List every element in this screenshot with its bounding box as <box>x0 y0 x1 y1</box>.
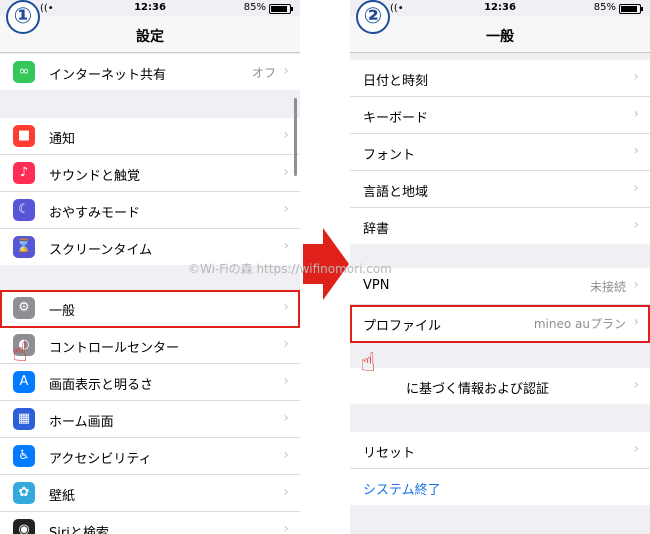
general-row-vpn[interactable]: VPN 未接続 › <box>350 268 650 305</box>
general-group-reset: リセット › システム終了 <box>350 432 650 505</box>
step-badge: ② <box>356 0 390 34</box>
general-row-keyboard[interactable]: キーボード › <box>350 97 650 134</box>
chevron-right-icon: › <box>283 373 289 389</box>
watermark: ©Wi-Fiの森 https://wifinomori.com <box>188 262 392 276</box>
battery-percent: 85% <box>243 2 266 13</box>
general-row-language[interactable]: 言語と地域 › <box>350 171 650 208</box>
chevron-right-icon: › <box>633 217 639 233</box>
general-row-shutdown[interactable]: システム終了 <box>350 469 650 505</box>
battery-percent: 85% <box>593 2 616 13</box>
row-value: 未接続 <box>589 280 626 294</box>
chevron-right-icon: › <box>633 180 639 196</box>
speaker-icon: ♪ <box>13 162 35 184</box>
siri-icon: ◉ <box>13 519 35 534</box>
chevron-right-icon: › <box>633 441 639 457</box>
chevron-right-icon: › <box>283 63 289 79</box>
page-title: 一般 <box>486 29 514 45</box>
chevron-right-icon: › <box>283 410 289 426</box>
grid-icon: ▦ <box>13 408 35 430</box>
chevron-right-icon: › <box>283 447 289 463</box>
row-label: インターネット共有 <box>49 68 167 83</box>
row-label: 画面表示と明るさ <box>49 378 154 393</box>
settings-row-accessibility[interactable]: ♿ アクセシビリティ › <box>0 438 300 475</box>
settings-row-home-screen[interactable]: ▦ ホーム画面 › <box>0 401 300 438</box>
settings-row-sounds[interactable]: ♪ サウンドと触覚 › <box>0 155 300 192</box>
row-label: Siriと検索 <box>49 526 109 534</box>
flower-icon: ✿ <box>13 482 35 504</box>
chevron-right-icon: › <box>283 238 289 254</box>
settings-row-notifications[interactable]: ■ 通知 › <box>0 118 300 155</box>
row-label: スクリーンタイム <box>49 243 153 258</box>
row-label: 言語と地域 <box>363 185 429 200</box>
chevron-right-icon: › <box>633 143 639 159</box>
brightness-icon: A <box>13 371 35 393</box>
settings-row-hotspot[interactable]: ∞ インターネット共有 オフ › <box>0 54 300 90</box>
row-label: 通知 <box>49 132 76 147</box>
pointing-hand-icon: ☝ <box>360 348 376 378</box>
battery-icon <box>619 4 643 14</box>
general-row-fonts[interactable]: フォント › <box>350 134 650 171</box>
row-label: おやすみモード <box>49 206 141 221</box>
notification-icon: ■ <box>13 125 35 147</box>
moon-icon: ☾ <box>13 199 35 221</box>
settings-group-network: ∞ インターネット共有 オフ › <box>0 54 300 90</box>
settings-row-wallpaper[interactable]: ✿ 壁紙 › <box>0 475 300 512</box>
settings-row-dnd[interactable]: ☾ おやすみモード › <box>0 192 300 229</box>
row-label: 日付と時刻 <box>363 74 429 89</box>
settings-row-control-center[interactable]: ◐ コントロールセンター › <box>0 327 300 364</box>
general-screen: ((• 12:36 85% 一般 ② 日付と時刻 › キーボード › フォント … <box>350 0 650 534</box>
chevron-right-icon: › <box>283 201 289 217</box>
row-label: 辞書 <box>363 222 390 237</box>
accessibility-icon: ♿ <box>13 445 35 467</box>
pointing-hand-icon: ☝ <box>12 338 28 368</box>
row-label: キーボード <box>363 111 429 126</box>
general-row-date-time[interactable]: 日付と時刻 › <box>350 60 650 97</box>
chevron-right-icon: › <box>633 106 639 122</box>
row-label: リセット <box>363 446 416 461</box>
status-bar: ((• 12:36 85% <box>350 0 650 16</box>
row-label: アクセシビリティ <box>49 452 152 467</box>
row-label: サウンドと触覚 <box>49 169 141 184</box>
general-group-a: 日付と時刻 › キーボード › フォント › 言語と地域 › 辞書 › <box>350 60 650 244</box>
highlight-general <box>0 290 300 328</box>
general-group-legal: に基づく情報および認証 › <box>350 368 650 404</box>
general-row-dictionary[interactable]: 辞書 › <box>350 208 650 244</box>
row-label: コントロールセンター <box>49 341 180 356</box>
general-row-reset[interactable]: リセット › <box>350 432 650 469</box>
chevron-right-icon: › <box>283 336 289 352</box>
general-row-legal[interactable]: に基づく情報および認証 › <box>350 368 650 404</box>
row-value: オフ <box>251 66 276 80</box>
chevron-right-icon: › <box>283 127 289 143</box>
battery-icon <box>269 4 293 14</box>
chevron-right-icon: › <box>633 277 639 293</box>
settings-row-siri[interactable]: ◉ Siriと検索 › <box>0 512 300 534</box>
chevron-right-icon: › <box>283 484 289 500</box>
row-label: 壁紙 <box>49 489 76 504</box>
page-title: 設定 <box>136 29 164 45</box>
row-label: ホーム画面 <box>49 415 114 430</box>
chevron-right-icon: › <box>283 521 289 534</box>
nav-bar: 設定 <box>0 16 300 53</box>
highlight-profile <box>350 305 650 343</box>
hourglass-icon: ⌛ <box>13 236 35 258</box>
status-bar: ((• 12:36 85% <box>0 0 300 16</box>
row-label: フォント <box>363 148 416 163</box>
row-label: に基づく情報および認証 <box>406 382 550 397</box>
row-label: VPN <box>363 278 390 293</box>
chevron-right-icon: › <box>633 69 639 85</box>
shutdown-link[interactable]: システム終了 <box>363 479 441 498</box>
chevron-right-icon: › <box>283 164 289 180</box>
scrollbar[interactable] <box>294 98 297 176</box>
chevron-right-icon: › <box>633 377 639 393</box>
step-badge: ① <box>6 0 40 34</box>
settings-row-display[interactable]: A 画面表示と明るさ › <box>0 364 300 401</box>
nav-bar: 一般 <box>350 16 650 53</box>
settings-group-notifications: ■ 通知 › ♪ サウンドと触覚 › ☾ おやすみモード › ⌛ スクリーンタイ… <box>0 118 300 265</box>
link-icon: ∞ <box>13 61 35 83</box>
